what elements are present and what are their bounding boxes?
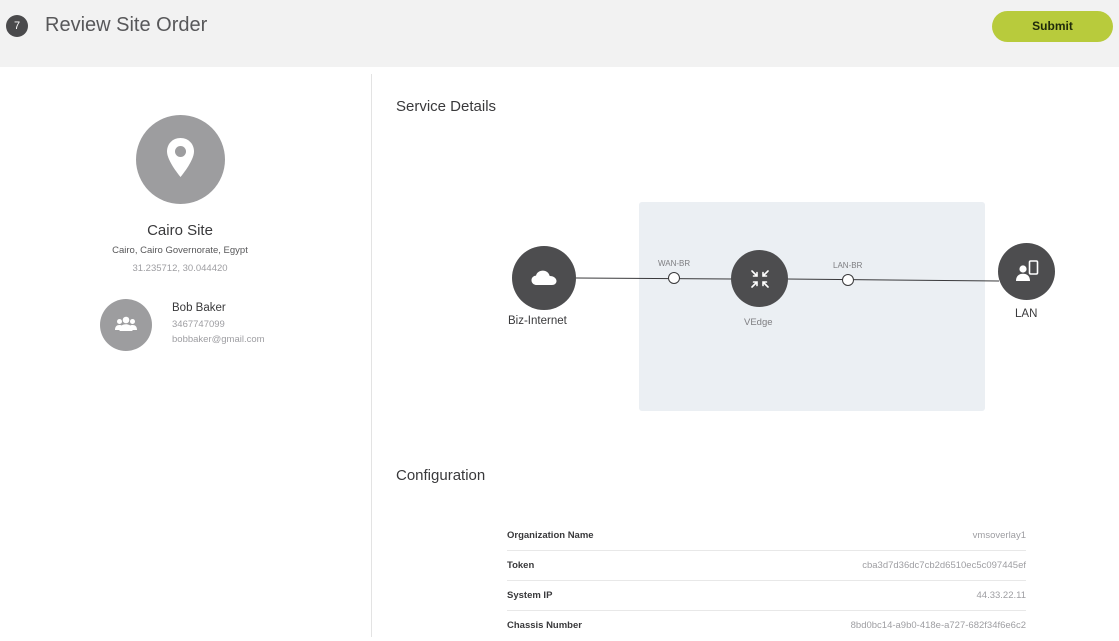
config-value: cba3d7d36dc7cb2d6510ec5c097445ef	[862, 560, 1026, 571]
config-row-organization: Organization Name vmsoverlay1	[507, 521, 1026, 551]
wan-port-label: WAN-BR	[658, 259, 691, 268]
lan-node-label: LAN	[1015, 308, 1038, 320]
lan-node[interactable]	[998, 243, 1055, 300]
vedge-node[interactable]	[731, 250, 788, 307]
internet-node-label: Biz-Internet	[508, 315, 567, 327]
configuration-title: Configuration	[396, 467, 486, 484]
config-value: vmsoverlay1	[972, 530, 1026, 541]
config-row-token: Token cba3d7d36dc7cb2d6510ec5c097445ef	[507, 551, 1026, 581]
config-row-system-ip: System IP 44.33.22.11	[507, 581, 1026, 611]
lan-port[interactable]	[842, 274, 854, 286]
internet-node[interactable]	[512, 246, 576, 310]
config-key: System IP	[507, 590, 553, 601]
vedge-node-label: VEdge	[744, 317, 773, 328]
config-key: Organization Name	[507, 530, 594, 541]
user-device-icon	[1016, 260, 1039, 281]
config-key: Token	[507, 560, 535, 571]
wan-port[interactable]	[668, 272, 680, 284]
compress-arrows-icon	[750, 269, 769, 288]
cloud-icon	[531, 270, 557, 285]
config-value: 44.33.22.11	[976, 590, 1026, 601]
lan-port-label: LAN-BR	[833, 261, 863, 270]
